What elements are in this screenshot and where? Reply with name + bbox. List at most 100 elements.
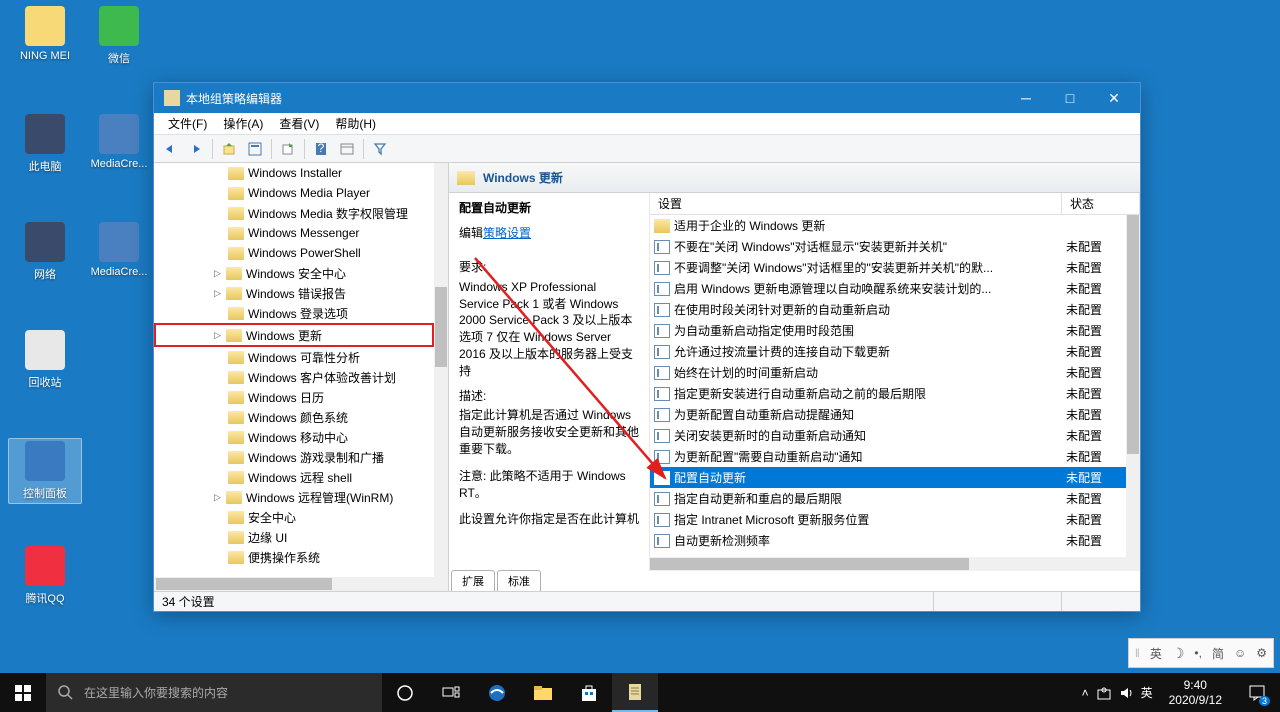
settings-header[interactable]: 设置 状态	[650, 193, 1140, 215]
tree-item[interactable]: Windows 客户体验改善计划	[154, 367, 434, 387]
start-button[interactable]	[0, 673, 46, 712]
tree-item[interactable]: Windows 可靠性分析	[154, 347, 434, 367]
store-button[interactable]	[566, 673, 612, 712]
tree[interactable]: Windows InstallerWindows Media PlayerWin…	[154, 163, 448, 577]
titlebar[interactable]: 本地组策略编辑器 ─ □ ✕	[154, 83, 1140, 113]
taskbar: 在这里输入你要搜索的内容 ˄ 英 9:40 2020/9/12 3	[0, 673, 1280, 712]
col-setting[interactable]: 设置	[650, 193, 1062, 214]
ime-item[interactable]: ⚙	[1256, 646, 1267, 660]
tree-item[interactable]: ▷Windows 安全中心	[154, 263, 434, 283]
close-button[interactable]: ✕	[1092, 83, 1136, 113]
col-state[interactable]: 状态	[1062, 193, 1140, 214]
tree-item[interactable]: ▷Windows 远程管理(WinRM)	[154, 487, 434, 507]
tree-item[interactable]: Windows 游戏录制和广播	[154, 447, 434, 467]
desktop-icon[interactable]: MediaCre...	[82, 114, 156, 170]
tree-item[interactable]: Windows 日历	[154, 387, 434, 407]
tree-hscroll[interactable]	[154, 577, 448, 591]
tree-item[interactable]: 便携操作系统	[154, 547, 434, 567]
desktop-icon[interactable]: MediaCre...	[82, 222, 156, 278]
ime-bar[interactable]: ‖ 英☽•,简☺⚙	[1128, 638, 1274, 668]
desktop-icon[interactable]: NING MEI	[8, 6, 82, 62]
gpedit-task-button[interactable]	[612, 673, 658, 712]
tree-item[interactable]: 安全中心	[154, 507, 434, 527]
tree-item[interactable]: Windows Media Player	[154, 183, 434, 203]
desktop-icon[interactable]: 控制面板	[8, 438, 82, 504]
menu-item[interactable]: 查看(V)	[271, 113, 327, 134]
menu-item[interactable]: 操作(A)	[215, 113, 271, 134]
setting-item[interactable]: 指定自动更新和重启的最后期限未配置	[650, 488, 1140, 509]
setting-item[interactable]: 配置自动更新未配置	[650, 467, 1140, 488]
tray-chevron-icon[interactable]: ˄	[1082, 686, 1089, 700]
setting-item[interactable]: 关闭安装更新时的自动重新启动通知未配置	[650, 425, 1140, 446]
tree-item[interactable]: Windows 颜色系统	[154, 407, 434, 427]
options-button[interactable]	[335, 137, 359, 161]
setting-item[interactable]: 启用 Windows 更新电源管理以自动唤醒系统来安装计划的...未配置	[650, 278, 1140, 299]
settings-vscroll[interactable]	[1126, 215, 1140, 557]
setting-item[interactable]: 指定 Intranet Microsoft 更新服务位置未配置	[650, 509, 1140, 530]
explorer-button[interactable]	[520, 673, 566, 712]
setting-item[interactable]: 在使用时段关闭针对更新的自动重新启动未配置	[650, 299, 1140, 320]
setting-item[interactable]: 适用于企业的 Windows 更新	[650, 215, 1140, 236]
tree-item[interactable]: Windows 远程 shell	[154, 467, 434, 487]
properties-button[interactable]	[243, 137, 267, 161]
content: Windows InstallerWindows Media PlayerWin…	[154, 163, 1140, 591]
desktop-icon[interactable]: 网络	[8, 222, 82, 282]
cortana-button[interactable]	[382, 673, 428, 712]
detail-tab[interactable]: 标准	[497, 570, 541, 591]
tree-item[interactable]: Windows PowerShell	[154, 243, 434, 263]
back-button[interactable]	[158, 137, 182, 161]
edit-policy-link[interactable]: 策略设置	[483, 224, 531, 241]
desktop-icon[interactable]: 此电脑	[8, 114, 82, 174]
folder-icon	[228, 391, 244, 404]
clock[interactable]: 9:40 2020/9/12	[1161, 678, 1230, 707]
export-button[interactable]	[276, 137, 300, 161]
settings-list[interactable]: 适用于企业的 Windows 更新不要在"关闭 Windows"对话框显示"安装…	[650, 215, 1140, 557]
settings-hscroll[interactable]	[650, 557, 1140, 571]
detail-tab[interactable]: 扩展	[451, 570, 495, 591]
minimize-button[interactable]: ─	[1004, 83, 1048, 113]
desktop-icon[interactable]: 微信	[82, 6, 156, 66]
maximize-button[interactable]: □	[1048, 83, 1092, 113]
menubar: 文件(F)操作(A)查看(V)帮助(H)	[154, 113, 1140, 135]
forward-button[interactable]	[184, 137, 208, 161]
people-icon[interactable]	[1097, 686, 1111, 700]
folder-icon	[228, 351, 244, 364]
desktop-icon[interactable]: 回收站	[8, 330, 82, 390]
help-button[interactable]: ?	[309, 137, 333, 161]
setting-item[interactable]: 为更新配置"需要自动重新启动"通知未配置	[650, 446, 1140, 467]
folder-icon	[226, 491, 242, 504]
setting-item[interactable]: 指定更新安装进行自动重新启动之前的最后期限未配置	[650, 383, 1140, 404]
tree-vscroll[interactable]	[434, 163, 448, 577]
tree-item[interactable]: Windows 登录选项	[154, 303, 434, 323]
setting-item[interactable]: 不要在"关闭 Windows"对话框显示"安装更新并关机"未配置	[650, 236, 1140, 257]
notifications-button[interactable]: 3	[1238, 673, 1276, 712]
edge-button[interactable]	[474, 673, 520, 712]
ime-indicator[interactable]: 英	[1141, 684, 1153, 701]
ime-item[interactable]: 简	[1212, 645, 1224, 662]
tree-item[interactable]: Windows Media 数字权限管理	[154, 203, 434, 223]
search-box[interactable]: 在这里输入你要搜索的内容	[46, 673, 382, 712]
desktop-icon[interactable]: 腾讯QQ	[8, 546, 82, 606]
taskview-button[interactable]	[428, 673, 474, 712]
tree-item[interactable]: 边缘 UI	[154, 527, 434, 547]
up-button[interactable]	[217, 137, 241, 161]
tree-item[interactable]: ▷Windows 错误报告	[154, 283, 434, 303]
setting-item[interactable]: 不要调整"关闭 Windows"对话框里的"安装更新并关机"的默...未配置	[650, 257, 1140, 278]
setting-item[interactable]: 始终在计划的时间重新启动未配置	[650, 362, 1140, 383]
menu-item[interactable]: 帮助(H)	[327, 113, 384, 134]
setting-item[interactable]: 为自动重新启动指定使用时段范围未配置	[650, 320, 1140, 341]
filter-button[interactable]	[368, 137, 392, 161]
setting-item[interactable]: 为更新配置自动重新启动提醒通知未配置	[650, 404, 1140, 425]
tree-item[interactable]: Windows Messenger	[154, 223, 434, 243]
folder-icon	[228, 471, 244, 484]
tree-item[interactable]: ▷Windows 更新	[154, 323, 434, 347]
folder-icon	[457, 171, 475, 185]
tree-item[interactable]: Windows Installer	[154, 163, 434, 183]
ime-item[interactable]: ☺	[1234, 646, 1246, 660]
volume-icon[interactable]	[1119, 686, 1133, 700]
setting-item[interactable]: 自动更新检测频率未配置	[650, 530, 1140, 551]
menu-item[interactable]: 文件(F)	[160, 113, 215, 134]
setting-item[interactable]: 允许通过按流量计费的连接自动下载更新未配置	[650, 341, 1140, 362]
ime-item[interactable]: 英	[1150, 645, 1162, 662]
tree-item[interactable]: Windows 移动中心	[154, 427, 434, 447]
